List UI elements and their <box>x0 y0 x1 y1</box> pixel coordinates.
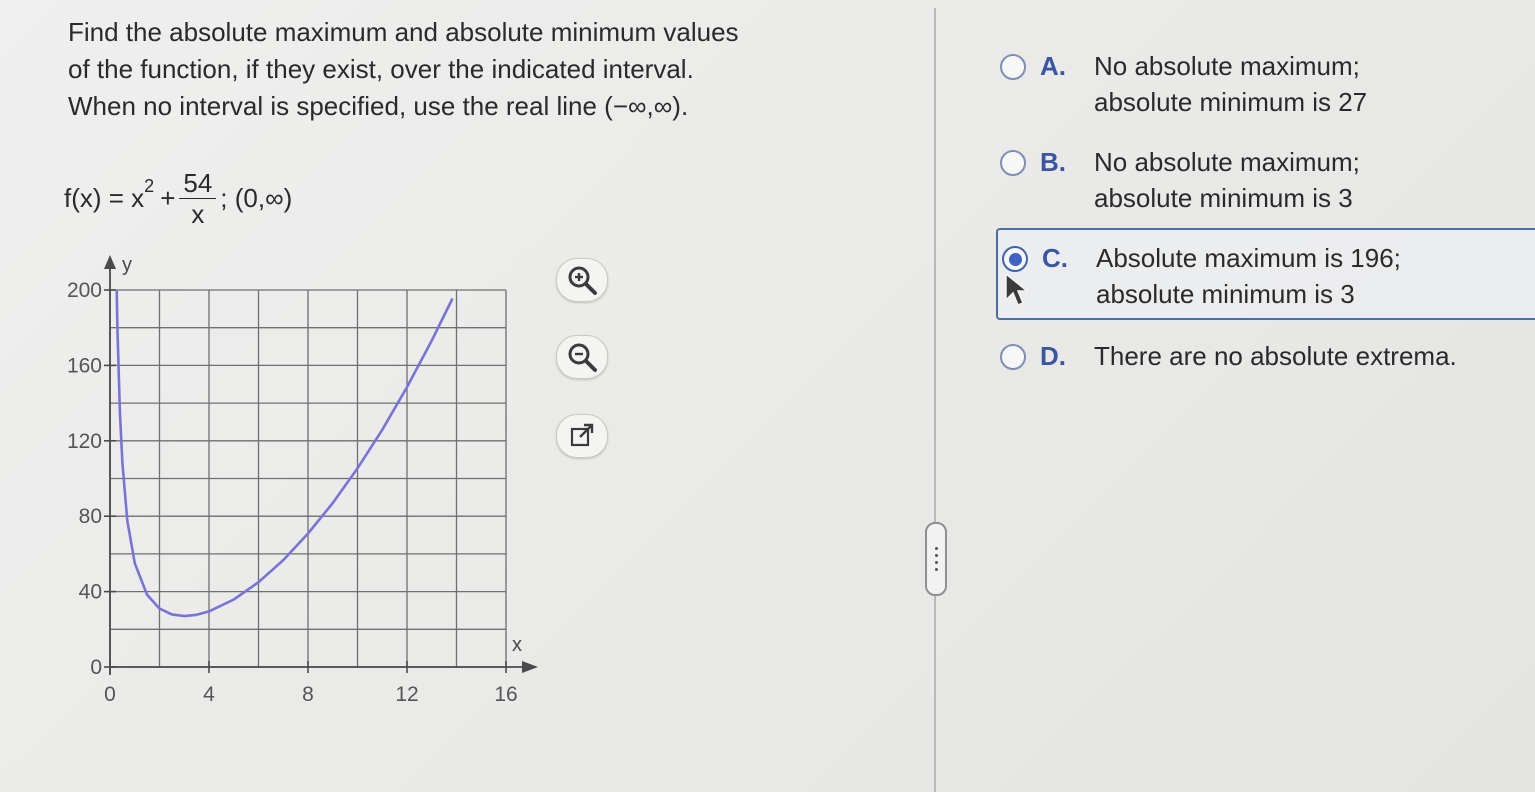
question-line-1: Find the absolute maximum and absolute m… <box>68 17 739 47</box>
zoom-in-button[interactable] <box>556 258 608 302</box>
y-tick-label: 200 <box>67 279 102 302</box>
option-c-line-1: Absolute maximum is 196; <box>1096 243 1401 273</box>
x-axis-label: x <box>512 634 522 656</box>
panel-resize-handle[interactable] <box>925 522 947 596</box>
option-c-radio-selected[interactable] <box>1002 246 1028 272</box>
question-panel: Find the absolute maximum and absolute m… <box>0 0 930 792</box>
formula-plus: + <box>160 182 176 213</box>
open-new-window-icon <box>570 423 594 447</box>
question-line-3: When no interval is specified, use the r… <box>68 91 689 121</box>
zoom-out-button[interactable] <box>556 335 608 379</box>
option-c-letter: C. <box>1042 243 1068 273</box>
option-b-line-1: No absolute maximum; <box>1094 147 1360 177</box>
formula-numerator: 54 <box>179 168 217 199</box>
y-tick-label: 160 <box>67 354 102 377</box>
zoom-out-icon <box>568 343 597 372</box>
function-formula: f(x) = x 2 + 54 x ; (0,∞) <box>64 158 292 238</box>
formula-denominator: x <box>191 198 205 229</box>
y-axis-label: y <box>122 254 132 276</box>
function-graph: y x 0 40 80 120 160 200 0 4 8 12 16 <box>50 245 550 715</box>
formula-fraction: 54 x <box>179 168 217 229</box>
y-tick-label: 40 <box>79 581 102 604</box>
popout-button[interactable] <box>556 414 608 458</box>
graph-svg: y x 0 40 80 120 160 200 0 4 8 12 16 <box>67 254 538 706</box>
option-c[interactable]: C. Absolute maximum is 196; absolute min… <box>996 228 1535 320</box>
option-a-line-1: No absolute maximum; <box>1094 51 1360 81</box>
x-tick-label: 4 <box>203 683 215 706</box>
formula-lhs: f(x) = x <box>64 182 145 213</box>
option-d[interactable]: D. There are no absolute extrema. <box>990 338 1535 374</box>
x-axis-arrow <box>522 661 538 673</box>
option-b-letter: B. <box>1040 147 1066 177</box>
y-tick-label: 80 <box>79 505 102 528</box>
formula-exponent: 2 <box>144 175 155 196</box>
question-text: Find the absolute maximum and absolute m… <box>68 14 888 125</box>
zoom-in-icon <box>568 266 597 295</box>
option-c-line-2: absolute minimum is 3 <box>1096 279 1355 309</box>
option-a-radio[interactable] <box>1000 54 1026 80</box>
option-b[interactable]: B. No absolute maximum; absolute minimum… <box>990 144 1535 216</box>
option-a-letter: A. <box>1040 51 1066 81</box>
option-a[interactable]: A. No absolute maximum; absolute minimum… <box>990 48 1535 120</box>
y-tick-label: 0 <box>90 656 102 679</box>
panel-divider <box>934 8 936 792</box>
option-b-radio[interactable] <box>1000 150 1026 176</box>
x-tick-label: 0 <box>104 683 116 706</box>
option-d-letter: D. <box>1040 341 1066 371</box>
x-tick-label: 12 <box>395 683 418 706</box>
y-tick-label: 120 <box>67 430 102 453</box>
function-curve <box>115 289 454 618</box>
option-d-radio[interactable] <box>1000 344 1026 370</box>
y-axis-arrow <box>104 255 116 269</box>
option-a-line-2: absolute minimum is 27 <box>1094 87 1368 117</box>
option-b-line-2: absolute minimum is 3 <box>1094 183 1353 213</box>
option-d-line-1: There are no absolute extrema. <box>1094 341 1457 371</box>
x-tick-label: 16 <box>494 683 517 706</box>
formula-interval: ; (0,∞) <box>220 182 293 213</box>
mouse-cursor-icon <box>1005 272 1030 306</box>
x-tick-label: 8 <box>302 683 314 706</box>
question-line-2: of the function, if they exist, over the… <box>68 54 694 84</box>
